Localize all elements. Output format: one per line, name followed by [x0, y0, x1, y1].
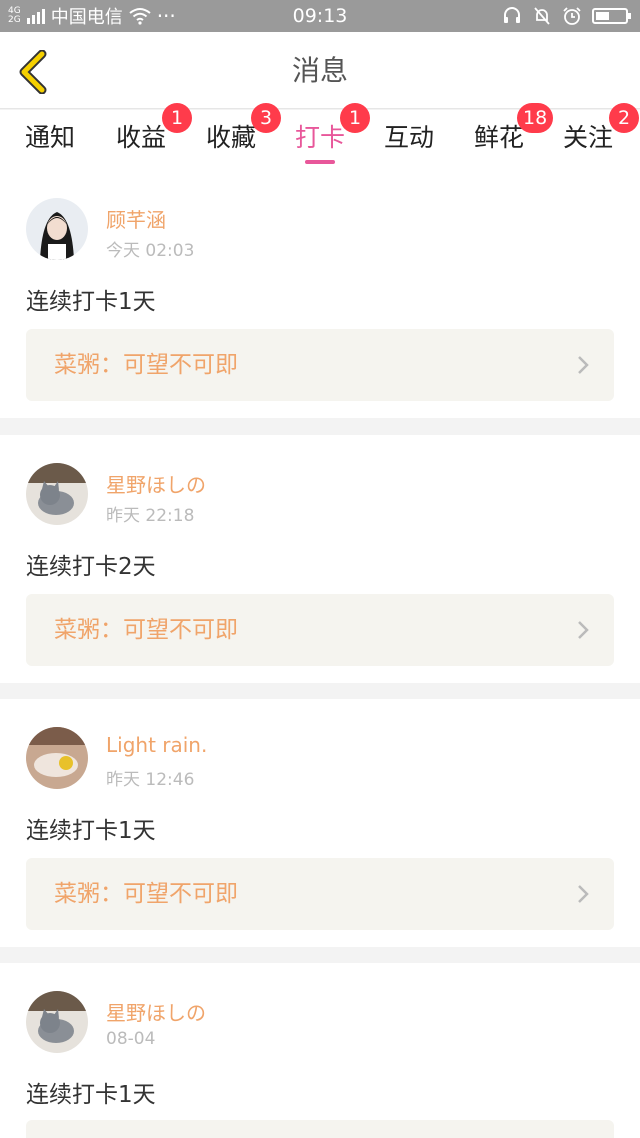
- tab-label: 互动: [383, 123, 434, 152]
- username[interactable]: 星野ほしの: [106, 997, 206, 1026]
- message-time: 今天 02:03: [106, 241, 195, 261]
- tab-badge: 1: [340, 103, 370, 133]
- tab-badge: 18: [517, 103, 554, 133]
- tab-notify[interactable]: 通知: [15, 110, 85, 170]
- message-text: 连续打卡1天: [26, 289, 156, 315]
- tab-checkin[interactable]: 打卡 1: [285, 103, 370, 170]
- tab-interaction[interactable]: 互动: [374, 110, 444, 170]
- header: 消息: [0, 32, 640, 109]
- avatar[interactable]: [26, 463, 88, 525]
- battery-icon: [592, 8, 631, 24]
- message-text: 连续打卡1天: [26, 1082, 156, 1108]
- linked-post[interactable]: 菜粥：可望不可即: [26, 594, 614, 666]
- linked-post-title: 菜粥：可望不可即: [54, 617, 238, 643]
- tab-label: 通知: [24, 123, 75, 152]
- avatar[interactable]: [26, 991, 88, 1053]
- status-bar: 4G 2G 中国电信 ··· 09:13: [0, 0, 640, 32]
- linked-post[interactable]: 菜粥：可望不可即: [26, 858, 614, 930]
- tab-flowers[interactable]: 鲜花 18: [464, 103, 554, 170]
- status-right: [502, 0, 631, 32]
- avatar[interactable]: [26, 198, 88, 260]
- message-card[interactable]: 顾芊涵 今天 02:03 连续打卡1天 菜粥：可望不可即: [0, 170, 640, 418]
- chevron-right-icon: [578, 885, 589, 903]
- linked-post-title: 菜粥：可望不可即: [54, 352, 238, 378]
- linked-post[interactable]: [26, 1120, 614, 1138]
- page-title: 消息: [291, 54, 348, 87]
- message-card[interactable]: Light rain. 昨天 12:46 连续打卡1天 菜粥：可望不可即: [0, 699, 640, 947]
- username[interactable]: 顾芊涵: [106, 204, 166, 233]
- tab-favorites[interactable]: 收藏 3: [196, 103, 281, 170]
- chevron-right-icon: [578, 356, 589, 374]
- alarm-icon: [563, 7, 581, 25]
- chevron-right-icon: [578, 621, 589, 639]
- username[interactable]: Light rain.: [106, 733, 207, 757]
- mute-bell-icon: [534, 7, 550, 25]
- linked-post[interactable]: 菜粥：可望不可即: [26, 329, 614, 401]
- active-tab-underline: [305, 160, 335, 164]
- message-text: 连续打卡1天: [26, 818, 156, 844]
- tab-bar: 通知 收益 1 收藏 3 打卡 1 互动 鲜花 18 关注 2: [0, 103, 640, 170]
- tab-earnings[interactable]: 收益 1: [106, 103, 192, 170]
- message-time: 08-04: [106, 1029, 156, 1049]
- linked-post-title: 菜粥：可望不可即: [54, 881, 238, 907]
- tab-badge: 3: [251, 103, 281, 133]
- message-time: 昨天 12:46: [106, 770, 195, 790]
- headset-icon: [504, 7, 520, 23]
- avatar[interactable]: [26, 727, 88, 789]
- message-card[interactable]: 星野ほしの 08-04 连续打卡1天: [0, 963, 640, 1138]
- message-card[interactable]: 星野ほしの 昨天 22:18 连续打卡2天 菜粥：可望不可即: [0, 435, 640, 683]
- tab-badge: 2: [609, 103, 639, 133]
- battery-fill: [596, 12, 609, 20]
- username[interactable]: 星野ほしの: [106, 469, 206, 498]
- tab-follow[interactable]: 关注 2: [553, 103, 639, 170]
- tab-badge: 1: [162, 103, 192, 133]
- message-text: 连续打卡2天: [26, 554, 156, 580]
- message-time: 昨天 22:18: [106, 506, 195, 526]
